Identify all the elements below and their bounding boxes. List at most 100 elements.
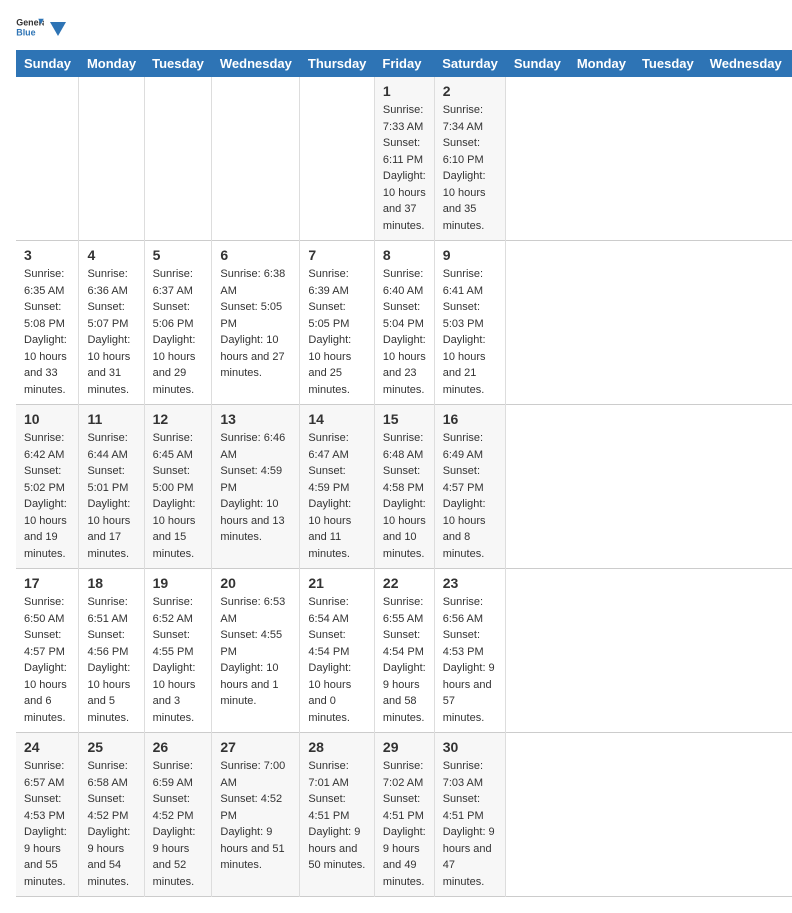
calendar-cell: 6 Sunrise: 6:38 AMSunset: 5:05 PMDaylight…: [212, 241, 300, 405]
calendar-cell: 11 Sunrise: 6:44 AMSunset: 5:01 PMDayligh…: [79, 405, 144, 569]
day-number: 28: [308, 739, 366, 755]
logo-triangle-icon: [50, 22, 66, 36]
day-number: 26: [153, 739, 204, 755]
calendar-cell: 29Sunrise: 7:02 AMSunset: 4:51 PMDayligh…: [374, 733, 434, 897]
calendar-cell: 27 Sunrise: 7:00 AMSunset: 4:52 PMDayligh…: [212, 733, 300, 897]
day-number: 5: [153, 247, 204, 263]
calendar-cell: 1 Sunrise: 7:33 AMSunset: 6:11 PMDaylight…: [374, 77, 434, 241]
calendar-cell: [79, 77, 144, 241]
day-info: Sunrise: 6:37 AMSunset: 5:06 PMDaylight:…: [153, 266, 204, 398]
day-info: Sunrise: 6:52 AMSunset: 4:55 PMDaylight:…: [153, 594, 204, 726]
calendar-cell: [212, 77, 300, 241]
calendar-cell: 18 Sunrise: 6:51 AMSunset: 4:56 PMDayligh…: [79, 569, 144, 733]
header-tuesday: Tuesday: [144, 50, 212, 77]
day-info: Sunrise: 6:42 AMSunset: 5:02 PMDaylight:…: [24, 430, 70, 562]
header-wednesday: Wednesday: [212, 50, 300, 77]
day-info: Sunrise: 6:59 AMSunset: 4:52 PMDaylight:…: [153, 758, 204, 890]
day-info: Sunrise: 6:44 AMSunset: 5:01 PMDaylight:…: [87, 430, 135, 562]
header-saturday: Saturday: [434, 50, 506, 77]
day-info: Sunrise: 6:51 AMSunset: 4:56 PMDaylight:…: [87, 594, 135, 726]
day-info: Sunrise: 6:40 AMSunset: 5:04 PMDaylight:…: [383, 266, 426, 398]
calendar-header-row: SundayMondayTuesdayWednesdayThursdayFrid…: [16, 50, 792, 77]
calendar-cell: 19 Sunrise: 6:52 AMSunset: 4:55 PMDayligh…: [144, 569, 212, 733]
day-info: Sunrise: 6:35 AMSunset: 5:08 PMDaylight:…: [24, 266, 70, 398]
day-info: Sunrise: 6:38 AMSunset: 5:05 PMDaylight:…: [220, 266, 291, 382]
header-day-wednesday: Wednesday: [702, 50, 790, 77]
calendar-cell: 21 Sunrise: 6:54 AMSunset: 4:54 PMDayligh…: [300, 569, 375, 733]
logo-icon: General Blue: [16, 16, 44, 38]
day-info: Sunrise: 6:54 AMSunset: 4:54 PMDaylight:…: [308, 594, 366, 726]
day-info: Sunrise: 6:56 AMSunset: 4:53 PMDaylight:…: [443, 594, 498, 726]
calendar-cell: 10Sunrise: 6:42 AMSunset: 5:02 PMDayligh…: [16, 405, 79, 569]
calendar-cell: 30 Sunrise: 7:03 AMSunset: 4:51 PMDayligh…: [434, 733, 506, 897]
day-number: 25: [87, 739, 135, 755]
day-info: Sunrise: 7:03 AMSunset: 4:51 PMDaylight:…: [443, 758, 498, 890]
day-number: 23: [443, 575, 498, 591]
day-number: 16: [443, 411, 498, 427]
calendar-week-row: 3 Sunrise: 6:35 AMSunset: 5:08 PMDaylight…: [16, 241, 792, 405]
day-info: Sunrise: 7:01 AMSunset: 4:51 PMDaylight:…: [308, 758, 366, 874]
day-number: 1: [383, 83, 426, 99]
header-day-tuesday: Tuesday: [634, 50, 702, 77]
calendar-cell: 20Sunrise: 6:53 AMSunset: 4:55 PMDayligh…: [212, 569, 300, 733]
day-number: 18: [87, 575, 135, 591]
calendar-cell: [300, 77, 375, 241]
day-number: 11: [87, 411, 135, 427]
calendar-cell: 8Sunrise: 6:40 AMSunset: 5:04 PMDaylight…: [374, 241, 434, 405]
calendar-cell: 7 Sunrise: 6:39 AMSunset: 5:05 PMDaylight…: [300, 241, 375, 405]
day-number: 17: [24, 575, 70, 591]
day-number: 15: [383, 411, 426, 427]
header-sunday: Sunday: [16, 50, 79, 77]
day-number: 9: [443, 247, 498, 263]
day-info: Sunrise: 6:58 AMSunset: 4:52 PMDaylight:…: [87, 758, 135, 890]
day-info: Sunrise: 6:48 AMSunset: 4:58 PMDaylight:…: [383, 430, 426, 562]
calendar-week-row: 1 Sunrise: 7:33 AMSunset: 6:11 PMDaylight…: [16, 77, 792, 241]
day-number: 30: [443, 739, 498, 755]
calendar-week-row: 10Sunrise: 6:42 AMSunset: 5:02 PMDayligh…: [16, 405, 792, 569]
day-info: Sunrise: 7:33 AMSunset: 6:11 PMDaylight:…: [383, 102, 426, 234]
day-info: Sunrise: 6:49 AMSunset: 4:57 PMDaylight:…: [443, 430, 498, 562]
header-day-monday: Monday: [569, 50, 634, 77]
day-number: 13: [220, 411, 291, 427]
calendar-cell: 9 Sunrise: 6:41 AMSunset: 5:03 PMDaylight…: [434, 241, 506, 405]
day-info: Sunrise: 6:57 AMSunset: 4:53 PMDaylight:…: [24, 758, 70, 890]
day-number: 14: [308, 411, 366, 427]
day-info: Sunrise: 6:36 AMSunset: 5:07 PMDaylight:…: [87, 266, 135, 398]
day-number: 7: [308, 247, 366, 263]
day-info: Sunrise: 6:53 AMSunset: 4:55 PMDaylight:…: [220, 594, 291, 710]
calendar-cell: 17 Sunrise: 6:50 AMSunset: 4:57 PMDayligh…: [16, 569, 79, 733]
day-info: Sunrise: 6:39 AMSunset: 5:05 PMDaylight:…: [308, 266, 366, 398]
day-info: Sunrise: 7:34 AMSunset: 6:10 PMDaylight:…: [443, 102, 498, 234]
calendar-cell: 26 Sunrise: 6:59 AMSunset: 4:52 PMDayligh…: [144, 733, 212, 897]
calendar-cell: 4Sunrise: 6:36 AMSunset: 5:07 PMDaylight…: [79, 241, 144, 405]
header-monday: Monday: [79, 50, 144, 77]
calendar-week-row: 24 Sunrise: 6:57 AMSunset: 4:53 PMDayligh…: [16, 733, 792, 897]
day-number: 2: [443, 83, 498, 99]
day-info: Sunrise: 6:45 AMSunset: 5:00 PMDaylight:…: [153, 430, 204, 562]
day-number: 6: [220, 247, 291, 263]
day-info: Sunrise: 6:47 AMSunset: 4:59 PMDaylight:…: [308, 430, 366, 562]
calendar-table: SundayMondayTuesdayWednesdayThursdayFrid…: [16, 50, 792, 897]
calendar-cell: 22Sunrise: 6:55 AMSunset: 4:54 PMDayligh…: [374, 569, 434, 733]
day-info: Sunrise: 7:00 AMSunset: 4:52 PMDaylight:…: [220, 758, 291, 874]
day-number: 29: [383, 739, 426, 755]
day-number: 21: [308, 575, 366, 591]
header: General Blue: [16, 16, 776, 38]
calendar-cell: 13Sunrise: 6:46 AMSunset: 4:59 PMDayligh…: [212, 405, 300, 569]
calendar-cell: 2 Sunrise: 7:34 AMSunset: 6:10 PMDaylight…: [434, 77, 506, 241]
day-number: 12: [153, 411, 204, 427]
header-friday: Friday: [374, 50, 434, 77]
calendar-cell: 3 Sunrise: 6:35 AMSunset: 5:08 PMDaylight…: [16, 241, 79, 405]
calendar-cell: 12 Sunrise: 6:45 AMSunset: 5:00 PMDayligh…: [144, 405, 212, 569]
day-number: 24: [24, 739, 70, 755]
calendar-cell: 14 Sunrise: 6:47 AMSunset: 4:59 PMDayligh…: [300, 405, 375, 569]
calendar-cell: 24 Sunrise: 6:57 AMSunset: 4:53 PMDayligh…: [16, 733, 79, 897]
day-number: 3: [24, 247, 70, 263]
day-number: 19: [153, 575, 204, 591]
day-info: Sunrise: 6:41 AMSunset: 5:03 PMDaylight:…: [443, 266, 498, 398]
calendar-week-row: 17 Sunrise: 6:50 AMSunset: 4:57 PMDayligh…: [16, 569, 792, 733]
logo: General Blue: [16, 16, 66, 38]
day-number: 27: [220, 739, 291, 755]
calendar-cell: 28 Sunrise: 7:01 AMSunset: 4:51 PMDayligh…: [300, 733, 375, 897]
day-info: Sunrise: 6:50 AMSunset: 4:57 PMDaylight:…: [24, 594, 70, 726]
